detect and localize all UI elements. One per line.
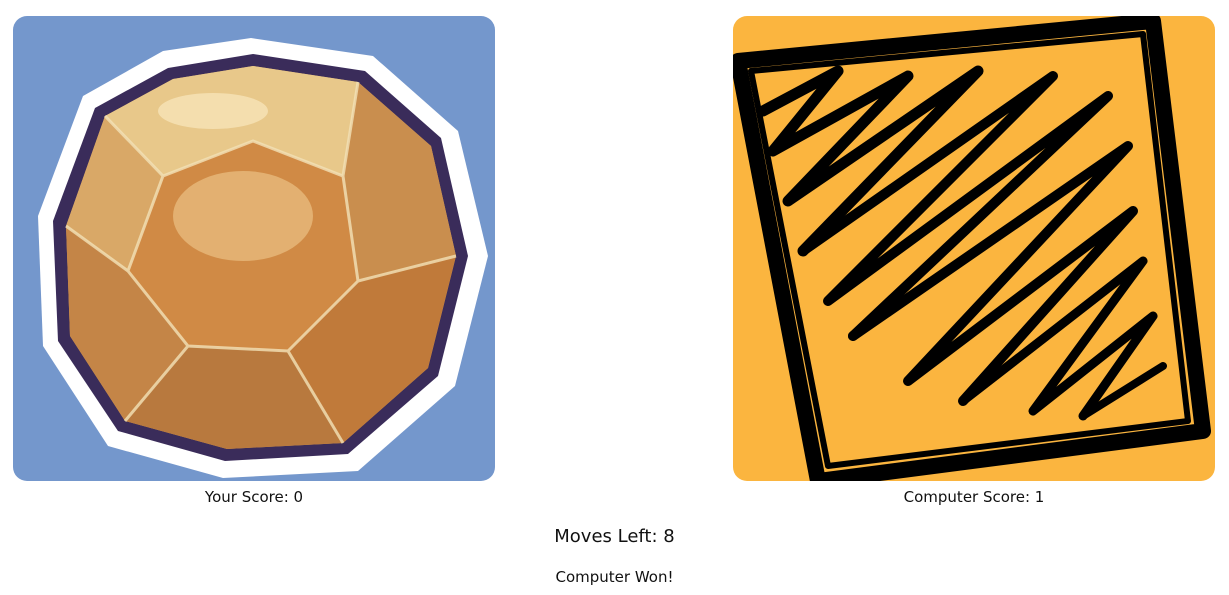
player-score: Your Score: 0 [204, 488, 304, 506]
computer-choice-card [733, 16, 1215, 481]
result-message: Computer Won! [555, 568, 674, 586]
paper-icon [733, 16, 1215, 481]
player-choice-card[interactable] [13, 16, 495, 481]
computer-score: Computer Score: 1 [903, 488, 1045, 506]
moves-left: Moves Left: 8 [554, 526, 675, 547]
game-board: Your Score: 0 Computer Score: 1 Moves Le… [0, 0, 1229, 595]
rock-icon [13, 16, 495, 481]
